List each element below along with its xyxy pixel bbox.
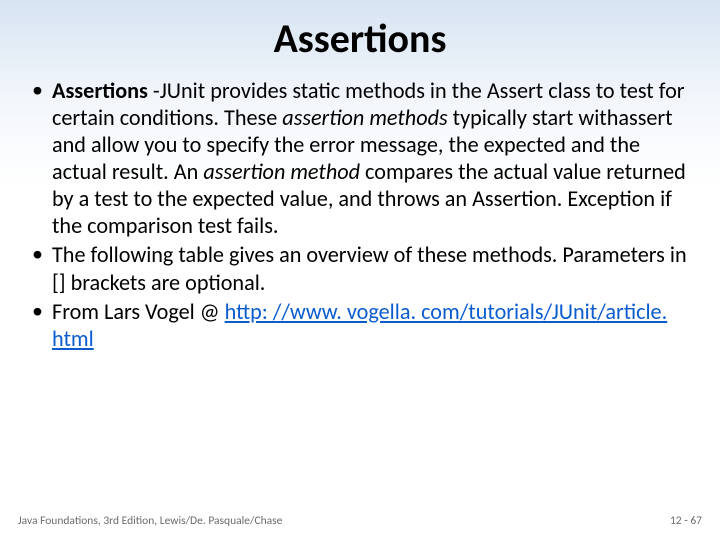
text-run: Assertions <box>52 77 148 104</box>
bullet-list: Assertions -JUnit provides static method… <box>28 77 692 352</box>
footer-left: Java Foundations, 3rd Edition, Lewis/De.… <box>18 514 282 528</box>
list-item: Assertions -JUnit provides static method… <box>28 77 692 239</box>
content-area: Assertions -JUnit provides static method… <box>0 77 720 352</box>
text-run: assertion method <box>203 158 360 185</box>
text-run: From Lars Vogel @ <box>52 298 225 325</box>
slide: Assertions Assertions -JUnit provides st… <box>0 0 720 540</box>
text-run: -JUnit provides static methods in the <box>148 77 487 104</box>
footer-page-number: 12 - 67 <box>670 514 702 528</box>
page-title: Assertions <box>0 0 720 69</box>
text-run: assertion methods <box>282 104 447 131</box>
list-item: From Lars Vogel @ http: //www. vogella. … <box>28 298 692 352</box>
text-run: The following table gives an overview of… <box>52 241 687 295</box>
list-item: The following table gives an overview of… <box>28 241 692 295</box>
